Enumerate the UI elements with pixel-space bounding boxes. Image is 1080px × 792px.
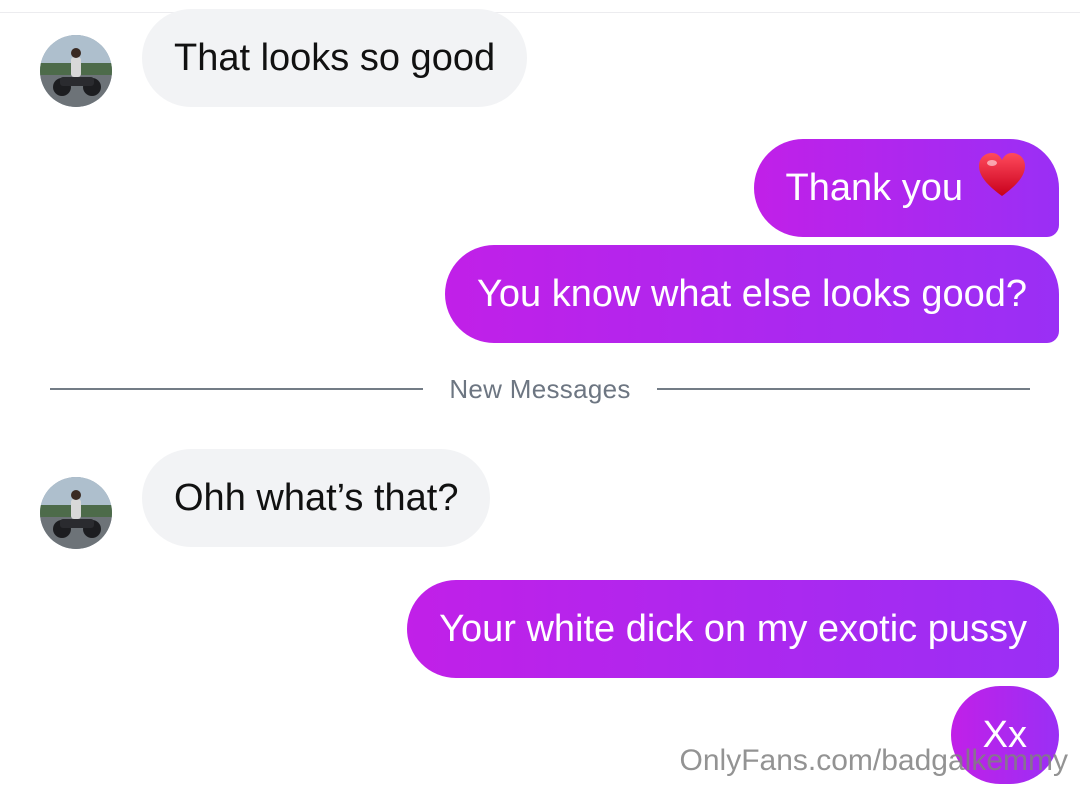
- incoming-message[interactable]: Ohh what’s that?: [142, 449, 491, 547]
- contact-avatar[interactable]: [40, 35, 112, 107]
- new-messages-divider: New Messages: [50, 367, 1030, 411]
- avatar-photo: [40, 35, 112, 107]
- message-text: You know what else looks good?: [477, 273, 1027, 315]
- message-text: Ohh what’s that?: [174, 477, 459, 519]
- divider-label: New Messages: [449, 373, 631, 404]
- divider-line-left: [50, 388, 424, 390]
- incoming-message[interactable]: That looks so good: [142, 9, 528, 107]
- outgoing-message[interactable]: Thank you: [753, 137, 1059, 237]
- top-separator: [0, 12, 1080, 13]
- red-heart-icon: [977, 137, 1027, 235]
- avatar-photo: [40, 477, 112, 549]
- message-text: That looks so good: [174, 37, 496, 79]
- contact-avatar[interactable]: [40, 477, 112, 549]
- message-text: Thank you: [785, 167, 963, 209]
- watermark: OnlyFans.com/badgalkemmy: [679, 744, 1068, 777]
- outgoing-message[interactable]: Your white dick on my exotic pussy: [407, 580, 1059, 678]
- divider-line-right: [656, 388, 1030, 390]
- message-text: Your white dick on my exotic pussy: [439, 608, 1027, 650]
- outgoing-message[interactable]: You know what else looks good?: [445, 245, 1059, 343]
